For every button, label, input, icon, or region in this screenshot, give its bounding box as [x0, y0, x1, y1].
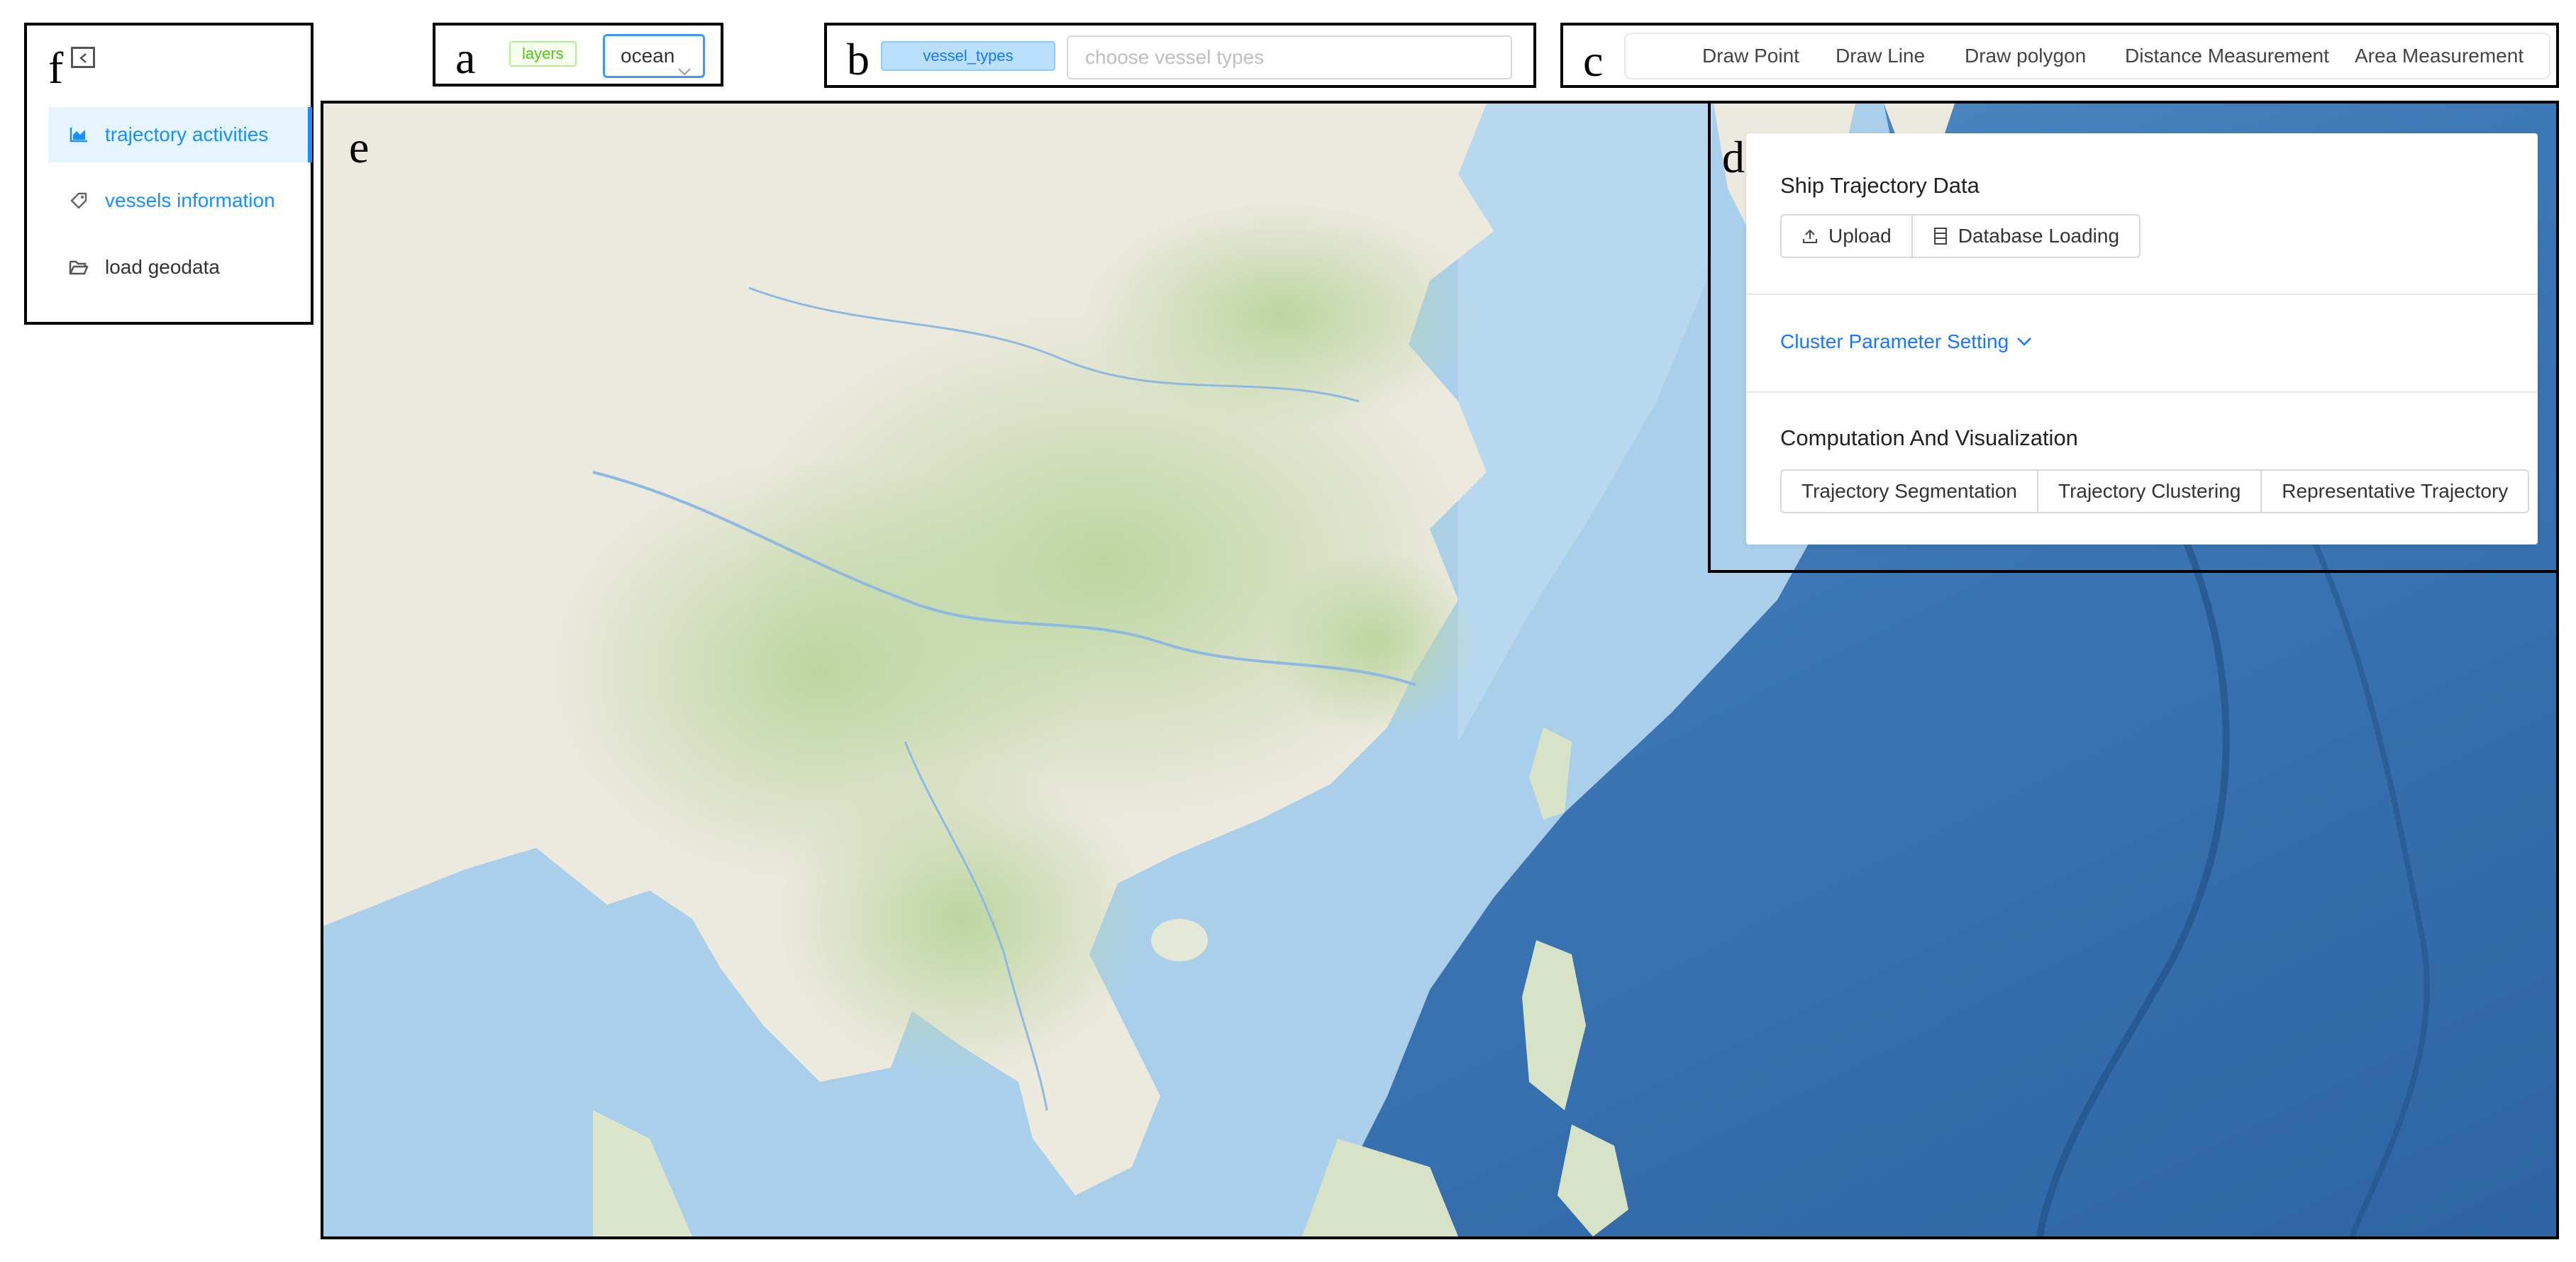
layer-select[interactable]: ocean: [603, 34, 705, 78]
chevron-down-icon: [2017, 337, 2032, 346]
vessel-types-tag: vessel_types: [881, 41, 1055, 71]
draw-point-button[interactable]: Draw Point: [1702, 34, 1799, 78]
upload-icon: [1801, 228, 1819, 245]
panel-label-b: b: [847, 34, 870, 84]
draw-toolbar: Draw Point Draw Line Draw polygon Distan…: [1624, 33, 2550, 79]
trajectory-segmentation-button[interactable]: Trajectory Segmentation: [1780, 469, 2038, 513]
cluster-parameter-toggle[interactable]: Cluster Parameter Setting: [1780, 330, 2033, 353]
panel-label-c: c: [1583, 35, 1604, 86]
sidebar-panel: f trajectory activities vessels informat…: [24, 23, 313, 325]
database-loading-label: Database Loading: [1958, 225, 2120, 247]
upload-label: Upload: [1828, 225, 1892, 247]
computation-title: Computation And Visualization: [1780, 425, 2078, 450]
trajectory-clustering-button[interactable]: Trajectory Clustering: [2038, 469, 2263, 513]
panel-label-d: d: [1722, 132, 1745, 182]
chevron-down-icon: [677, 50, 692, 90]
sidebar-item-label: load geodata: [105, 256, 220, 278]
distance-measurement-button[interactable]: Distance Measurement: [2125, 34, 2329, 78]
layer-select-value: ocean: [621, 45, 675, 67]
computation-button-group: Trajectory Segmentation Trajectory Clust…: [1780, 469, 2530, 513]
draw-polygon-button[interactable]: Draw polygon: [1965, 34, 2086, 78]
tag-icon: [68, 190, 89, 211]
database-icon: [1933, 227, 1948, 245]
panel-label-e: e: [349, 122, 370, 172]
sidebar-item-label: trajectory activities: [105, 123, 269, 145]
data-source-button-group: Upload Database Loading: [1780, 214, 2141, 258]
layer-selector-panel: a layers ocean: [433, 23, 723, 86]
sidebar-item-load-geodata[interactable]: load geodata: [48, 240, 312, 295]
draw-line-button[interactable]: Draw Line: [1836, 34, 1925, 78]
ship-trajectory-title: Ship Trajectory Data: [1780, 173, 1980, 198]
sidebar-item-trajectory-activities[interactable]: trajectory activities: [48, 107, 312, 162]
vessel-type-panel: b vessel_types: [824, 23, 1536, 88]
trajectory-control-panel: d Ship Trajectory Data Upload Database L…: [1708, 101, 2559, 573]
area-measurement-button[interactable]: Area Measurement: [2355, 34, 2524, 78]
panel-label-a: a: [455, 33, 476, 83]
area-chart-icon: [68, 124, 89, 145]
upload-button[interactable]: Upload: [1780, 214, 1913, 258]
trajectory-control-card: Ship Trajectory Data Upload Database Loa…: [1746, 133, 2538, 545]
sidebar-item-vessels-information[interactable]: vessels information: [48, 173, 312, 228]
sidebar-item-label: vessels information: [105, 189, 275, 211]
draw-tools-panel: c Draw Point Draw Line Draw polygon Dist…: [1560, 23, 2559, 88]
panel-label-f: f: [48, 43, 64, 93]
cluster-parameter-label: Cluster Parameter Setting: [1780, 330, 2009, 352]
folder-open-icon: [68, 257, 89, 278]
layers-tag: layers: [509, 41, 577, 67]
collapse-sidebar-icon[interactable]: [71, 47, 95, 68]
vessel-types-select[interactable]: [1067, 35, 1512, 79]
representative-trajectory-button[interactable]: Representative Trajectory: [2262, 469, 2530, 513]
database-loading-button[interactable]: Database Loading: [1912, 214, 2141, 258]
section-divider: [1746, 391, 2538, 393]
section-divider: [1746, 294, 2538, 295]
